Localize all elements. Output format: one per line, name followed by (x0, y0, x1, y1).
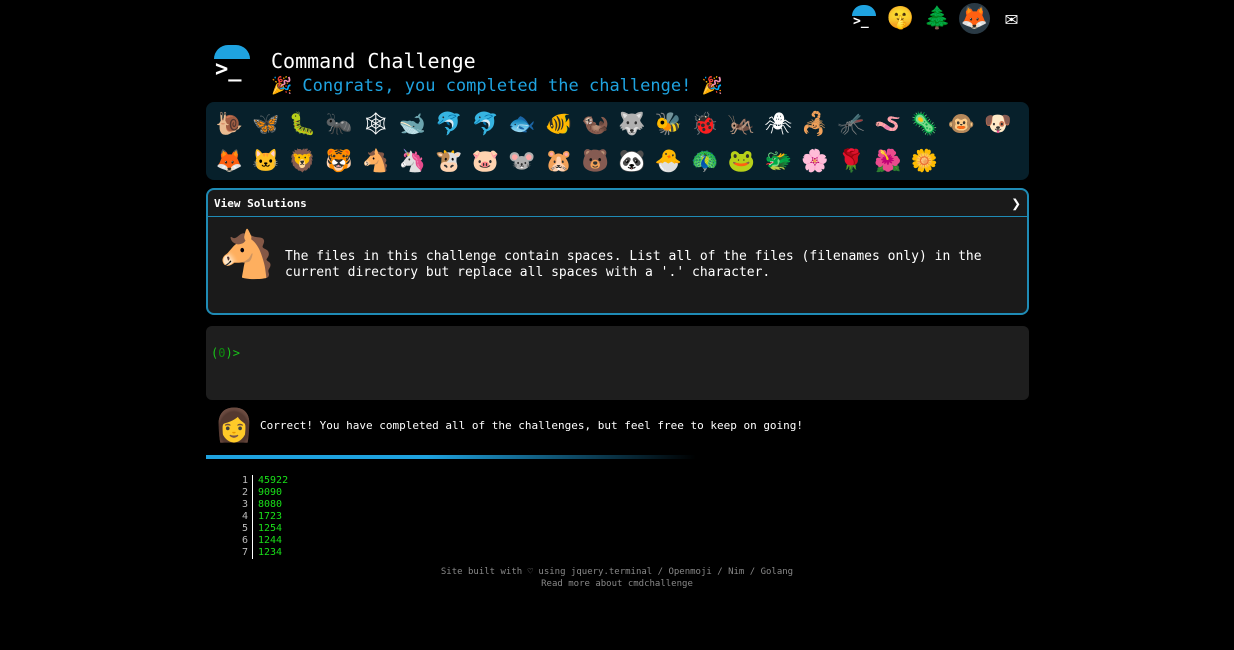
challenge-badge-icon[interactable]: 🐺 (614, 106, 651, 143)
score-rank: 6 (234, 535, 253, 547)
challenge-badge-icon[interactable]: 🐴 (357, 143, 394, 180)
challenge-badge-icon[interactable]: 🦟 (833, 106, 870, 143)
challenge-badge-icon[interactable]: 🦂 (797, 106, 834, 143)
score-row: 5 1254 (234, 523, 288, 535)
score-row: 7 1234 (234, 547, 288, 559)
score-value: 1723 (258, 511, 283, 522)
view-solutions-toggle[interactable]: View Solutions ❯ (208, 190, 1027, 217)
congrats-message: 🎉 Congrats, you completed the challenge!… (271, 76, 723, 96)
feedback-message: 👩 Correct! You have completed all of the… (214, 406, 803, 444)
challenge-badge-icon[interactable]: 🐠 (540, 106, 577, 143)
view-solutions-label: View Solutions (214, 196, 307, 210)
challenge-badge-icon[interactable]: 🦚 (687, 143, 724, 180)
score-row: 4 1723 (234, 511, 288, 523)
challenge-badge-icon[interactable]: 🦋 (248, 106, 285, 143)
mail-icon[interactable]: ✉ (996, 3, 1027, 34)
challenge-badge-icon[interactable]: 🌹 (833, 143, 870, 180)
challenge-badge-icon[interactable]: 🐣 (650, 143, 687, 180)
terminal-input[interactable]: (0)> (206, 326, 1029, 400)
challenge-badge-icon[interactable]: 🕸 (357, 106, 394, 143)
ear-icon[interactable]: 🤫 (885, 3, 916, 34)
score-rank: 2 (234, 487, 253, 499)
challenge-badge-icon[interactable]: 🕷 (760, 106, 797, 143)
challenge-badge-icon[interactable]: 🐜 (321, 106, 358, 143)
score-value: 1254 (258, 523, 283, 534)
score-value: 9090 (258, 487, 283, 498)
score-row: 3 8080 (234, 499, 288, 511)
challenge-badge-icon[interactable]: 🐻 (577, 143, 614, 180)
challenge-badge-icon[interactable]: 🪱 (870, 106, 907, 143)
score-rank: 4 (234, 511, 253, 523)
challenge-badge-icon[interactable]: 🦗 (723, 106, 760, 143)
score-rank: 7 (234, 547, 253, 559)
gitlab-icon[interactable]: 🦊 (959, 3, 990, 34)
challenge-badge-icon[interactable]: 🐷 (467, 143, 504, 180)
score-value: 1244 (258, 535, 283, 546)
top-icon-bar: >_ 🤫 🌲 🦊 ✉ (848, 3, 1027, 34)
footer-about-link[interactable]: Read more about cmdchallenge (0, 578, 1234, 590)
score-rank: 1 (234, 475, 253, 487)
score-row: 6 1244 (234, 535, 288, 547)
challenge-badge-icon[interactable]: 🐋 (394, 106, 431, 143)
feedback-text: Correct! You have completed all of the c… (260, 418, 804, 432)
challenge-badge-icon[interactable]: 🐝 (650, 106, 687, 143)
challenge-badge-icon[interactable]: 🐱 (248, 143, 285, 180)
horse-icon: 🐴 (218, 227, 276, 281)
challenge-badge-icon[interactable]: 🐟 (504, 106, 541, 143)
challenge-badge-icon[interactable]: 🦊 (211, 143, 248, 180)
score-list: 1 45922 2 9090 3 8080 4 1723 5 1254 6 1244 7 1234 (234, 475, 288, 559)
page-title: Command Challenge (271, 49, 476, 73)
terminal-logo-icon[interactable]: >_ (848, 3, 879, 34)
badge-collection: 🐌 🦋 🐛 🐜 🕸 🐋 🐬 🐬 🐟 🐠 🦦 🐺 🐝 🐞 🦗 🕷 🦂 🦟 🪱 🦠 🐵 🐶 🦊 🐱 🦁 🐯 🐴 🦄 🐮 🐷 🐭 🐹 🐻 🐼 🐣 🦚 🐸 🐲 🌸 🌹… (206, 102, 1029, 180)
prompt-close: )> (225, 346, 240, 360)
challenge-badge-icon[interactable]: 🌺 (870, 143, 907, 180)
challenge-badge-icon[interactable]: 🐯 (321, 143, 358, 180)
challenge-badge-icon[interactable]: 🦦 (577, 106, 614, 143)
challenge-description: The files in this challenge contain spac… (285, 249, 982, 280)
challenge-badge-icon[interactable]: 🐭 (504, 143, 541, 180)
challenge-badge-icon[interactable]: 🐲 (760, 143, 797, 180)
challenge-badge-icon[interactable]: 🐼 (614, 143, 651, 180)
score-value: 8080 (258, 499, 283, 510)
challenge-badge-icon[interactable]: 🌼 (906, 143, 943, 180)
challenge-badge-icon[interactable]: 🐬 (467, 106, 504, 143)
score-value: 45922 (258, 475, 289, 486)
logo-prompt-glyph: >_ (215, 57, 242, 82)
challenge-panel: View Solutions ❯ 🐴 The files in this cha… (206, 188, 1029, 315)
challenge-body: 🐴 The files in this challenge contain sp… (208, 217, 1027, 314)
terminal-prompt-glyph: >_ (853, 14, 869, 29)
challenge-badge-icon[interactable]: 🐮 (431, 143, 468, 180)
score-value: 1234 (258, 547, 283, 558)
footer-credits[interactable]: Site built with ♡ using jquery.terminal … (0, 566, 1234, 578)
score-row: 1 45922 (234, 475, 288, 487)
challenge-badge-icon[interactable]: 🐹 (540, 143, 577, 180)
footer: Site built with ♡ using jquery.terminal … (0, 566, 1234, 590)
challenge-badge-icon[interactable]: 🐌 (211, 106, 248, 143)
challenge-badge-icon[interactable]: 🦄 (394, 143, 431, 180)
terminal-prompt: (0)> (211, 346, 240, 360)
score-rank: 3 (234, 499, 253, 511)
challenge-badge-icon[interactable]: 🐸 (723, 143, 760, 180)
tree-icon[interactable]: 🌲 (922, 3, 953, 34)
challenge-badge-icon[interactable]: 🌸 (797, 143, 834, 180)
site-logo[interactable]: >_ (210, 45, 254, 89)
score-rank: 5 (234, 523, 253, 535)
challenge-badge-icon[interactable]: 🦠 (906, 106, 943, 143)
challenge-badge-icon[interactable]: 🐬 (431, 106, 468, 143)
challenge-badge-icon[interactable]: 🐛 (284, 106, 321, 143)
score-row: 2 9090 (234, 487, 288, 499)
challenge-badge-icon[interactable]: 🐞 (687, 106, 724, 143)
challenge-badge-icon[interactable]: 🦁 (284, 143, 321, 180)
challenge-badge-icon[interactable]: 🐶 (979, 106, 1016, 143)
woman-avatar-icon: 👩 (214, 406, 254, 444)
challenge-badge-icon[interactable]: 🐵 (943, 106, 980, 143)
chevron-right-icon[interactable]: ❯ (1011, 194, 1021, 213)
progress-bar (206, 455, 696, 459)
